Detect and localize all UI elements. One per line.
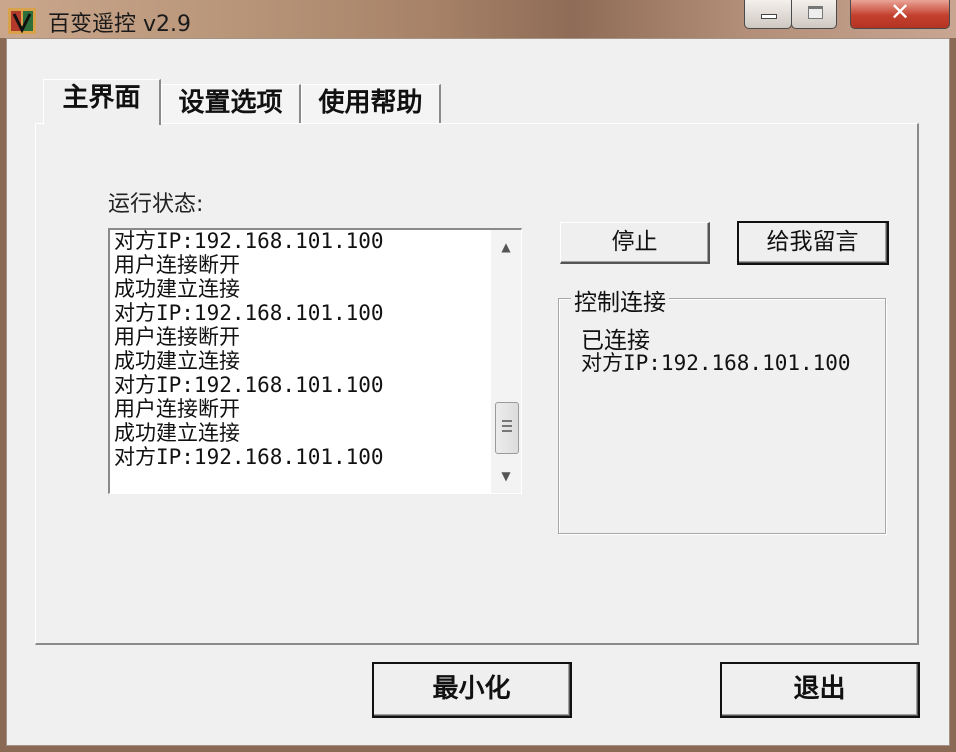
- minimize-icon: [761, 14, 777, 19]
- log-line: 用户连接断开: [114, 325, 240, 349]
- title-bar[interactable]: 百变遥控 v2.9 ✕: [0, 0, 956, 38]
- log-line: 对方IP:192.168.101.100: [114, 229, 384, 253]
- maximize-window-button[interactable]: [791, 0, 837, 29]
- close-icon: ✕: [889, 0, 911, 26]
- status-log[interactable]: 对方IP:192.168.101.100 用户连接断开 成功建立连接 对方IP:…: [108, 228, 522, 494]
- window-client-area: 主界面 设置选项 使用帮助 运行状态: 对方IP:192.168.101.100…: [6, 38, 950, 746]
- log-line: 对方IP:192.168.101.100: [114, 373, 384, 397]
- window-title: 百变遥控 v2.9: [48, 12, 192, 37]
- grip-icon: [502, 420, 512, 435]
- log-line: 对方IP:192.168.101.100: [114, 445, 384, 469]
- log-line: 对方IP:192.168.101.100: [114, 301, 384, 325]
- scroll-down-arrow-icon[interactable]: ▼: [497, 465, 515, 487]
- scroll-thumb[interactable]: [495, 402, 519, 454]
- control-connection-group: 控制连接 已连接 对方IP:192.168.101.100: [558, 283, 886, 534]
- minimize-window-button[interactable]: [744, 0, 792, 29]
- log-line: 成功建立连接: [114, 421, 240, 445]
- leave-message-button[interactable]: 给我留言: [737, 221, 889, 265]
- minimize-button[interactable]: 最小化: [372, 662, 572, 718]
- maximize-icon: [808, 6, 823, 19]
- log-lines: 对方IP:192.168.101.100 用户连接断开 成功建立连接 对方IP:…: [114, 230, 490, 470]
- window-bottom-edge: [0, 746, 956, 752]
- log-line: 用户连接断开: [114, 397, 240, 421]
- group-title: 控制连接: [571, 283, 669, 317]
- tab-help[interactable]: 使用帮助: [301, 84, 441, 124]
- stop-button[interactable]: 停止: [560, 222, 710, 264]
- peer-ip: 对方IP:192.168.101.100: [581, 351, 851, 375]
- close-window-button[interactable]: ✕: [850, 0, 950, 29]
- exit-button[interactable]: 退出: [720, 662, 920, 718]
- scroll-up-arrow-icon[interactable]: ▲: [497, 236, 515, 258]
- tab-settings[interactable]: 设置选项: [161, 84, 301, 124]
- log-line: 用户连接断开: [114, 253, 240, 277]
- log-line: 成功建立连接: [114, 277, 240, 301]
- tab-main[interactable]: 主界面: [43, 79, 161, 125]
- app-icon: [8, 8, 36, 34]
- log-scrollbar[interactable]: ▲ ▼: [491, 230, 521, 493]
- status-label: 运行状态:: [108, 192, 204, 217]
- caption-buttons: ✕: [744, 0, 950, 30]
- log-line: 成功建立连接: [114, 349, 240, 373]
- tab-panel-main: 运行状态: 对方IP:192.168.101.100 用户连接断开 成功建立连接…: [35, 123, 919, 645]
